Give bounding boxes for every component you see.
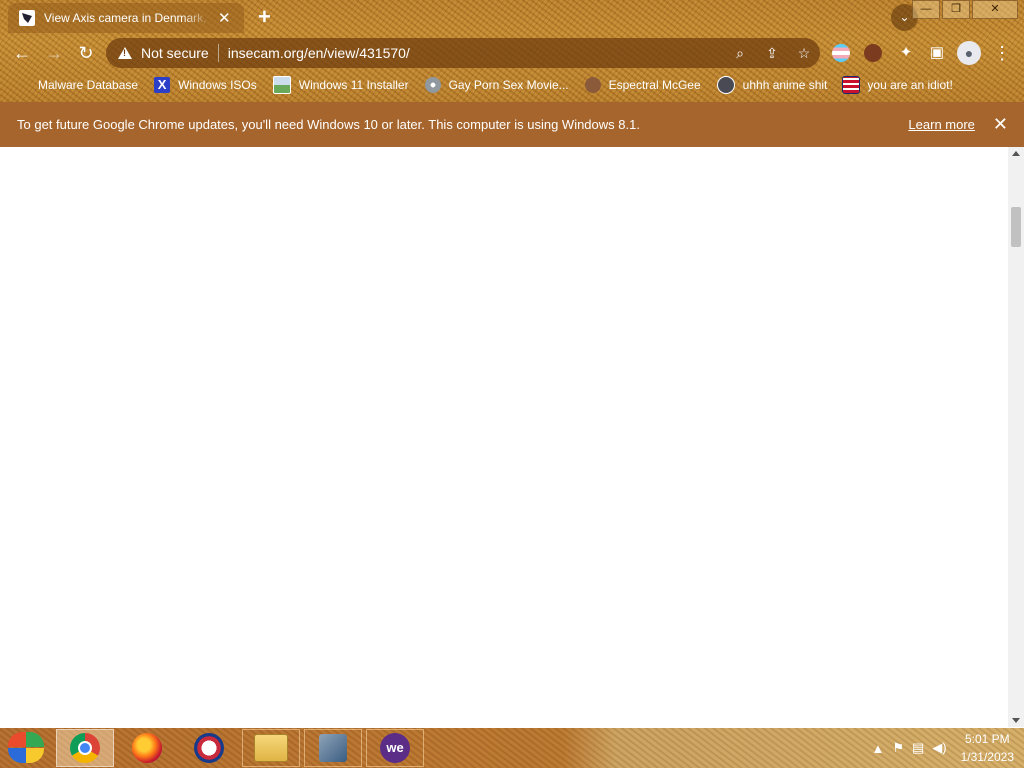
side-panel-icon[interactable]: ▣ [926,42,948,64]
camera-favicon-icon [19,10,35,26]
taskbar-file-explorer[interactable] [242,729,300,767]
forward-button[interactable]: → [42,41,66,65]
chevron-down-icon: ⌄ [899,10,910,24]
minimize-button[interactable]: — [912,0,940,19]
bookmark-movie-site[interactable]: Gay Porn Sex Movie... [424,77,569,93]
menu-button[interactable]: ⋮ [991,42,1013,64]
learn-more-link[interactable]: Learn more [908,117,974,132]
clock-date: 1/31/2023 [960,750,1014,764]
divider [217,44,219,62]
action-center-flag-icon[interactable]: ⚑ [892,740,904,756]
network-computer-icon [319,734,347,762]
share-icon[interactable]: ⇪ [756,45,788,62]
close-window-button[interactable]: ✕ [972,0,1018,19]
face-icon [584,77,601,93]
url-text[interactable]: insecam.org/en/view/431570/ [228,45,724,61]
clock-time: 5:01 PM [964,732,1010,746]
tab-close-icon[interactable]: ✕ [218,9,231,27]
reload-button[interactable]: ↻ [74,41,98,65]
close-icon[interactable]: ✕ [993,114,1008,135]
address-bar[interactable]: Not secure insecam.org/en/view/431570/ ⌕… [106,38,820,68]
profile-avatar-icon[interactable]: ● [957,41,981,65]
flag-icon [842,76,861,94]
start-logo-icon [8,732,26,747]
show-hidden-icons-icon[interactable]: ▲ [871,741,884,756]
bookmark-label: Windows ISOs [178,78,257,92]
bookmark-anime[interactable]: uhhh anime shit [716,76,828,94]
page-content[interactable] [0,147,1008,727]
network-icon[interactable]: ▤ [912,740,924,756]
firefox-icon [132,733,162,763]
tab-title: View Axis camera in Denmark, Tr [44,11,212,25]
update-infobar: To get future Google Chrome updates, you… [0,102,1024,147]
extension-flag-icon[interactable] [832,44,850,62]
window-controls: — ❐ ✕ [910,0,1018,19]
toolbar: ← → ↻ Not secure insecam.org/en/view/431… [0,36,1024,70]
extension-avatar-icon[interactable] [864,44,882,62]
volume-icon[interactable]: ◀) [932,740,946,756]
chrome-icon [70,733,100,763]
bookmark-malware-database[interactable]: Malware Database [38,78,138,92]
new-tab-button[interactable]: + [258,4,271,30]
taskbar: we ▲ ⚑ ▤ ◀) 5:01 PM 1/31/2023 [0,728,1024,768]
browser-tab[interactable]: View Axis camera in Denmark, Tr ✕ [8,3,244,33]
infobar-message: To get future Google Chrome updates, you… [17,117,640,132]
bookmark-espectral-mcgee[interactable]: Espectral McGee [584,77,701,93]
bookmark-star-icon[interactable]: ☆ [788,45,820,62]
opera-icon [194,733,224,763]
system-tray: ▲ ⚑ ▤ ◀) 5:01 PM 1/31/2023 [871,730,1014,766]
bookmark-label: Malware Database [38,78,139,92]
bookmark-windows-11-installer[interactable]: Windows 11 Installer [272,76,409,94]
disk-icon [424,77,441,93]
we-app-icon: we [380,733,410,763]
bookmarks-bar: Malware Database X Windows ISOs Windows … [0,74,1024,96]
scroll-down-icon[interactable] [1012,718,1020,723]
taskbar-we-app[interactable]: we [366,729,424,767]
bookmark-label: uhhh anime shit [742,78,828,92]
image-icon [272,76,291,94]
search-icon[interactable]: ⌕ [724,45,756,62]
start-button[interactable] [8,732,44,764]
taskbar-firefox[interactable] [118,729,176,767]
bookmark-label: Windows 11 Installer [298,78,409,92]
anime-icon [716,76,735,94]
taskbar-network[interactable] [304,729,362,767]
bookmark-windows-isos[interactable]: X Windows ISOs [154,77,257,93]
bookmark-you-are-an-idiot[interactable]: you are an idiot! [842,76,953,94]
vertical-scrollbar[interactable] [1008,147,1024,727]
bookmark-label: Gay Porn Sex Movie... [448,78,569,92]
folder-icon [254,734,288,762]
taskbar-opera[interactable] [180,729,238,767]
restore-button[interactable]: ❐ [942,0,970,19]
bookmark-label: you are an idiot! [867,78,953,92]
scroll-up-icon[interactable] [1012,151,1020,156]
scrollbar-thumb[interactable] [1011,207,1021,247]
back-button[interactable]: ← [10,41,34,65]
browser-frame: View Axis camera in Denmark, Tr ✕ + ⌄ — … [0,0,1024,102]
bookmark-label: Espectral McGee [608,78,701,92]
extensions-puzzle-icon[interactable]: ✦ [895,42,917,64]
clock[interactable]: 5:01 PM 1/31/2023 [961,730,1014,766]
security-chip[interactable]: Not secure [141,45,209,61]
warning-icon [118,47,132,59]
taskbar-chrome[interactable] [56,729,114,767]
x-icon: X [154,77,171,93]
